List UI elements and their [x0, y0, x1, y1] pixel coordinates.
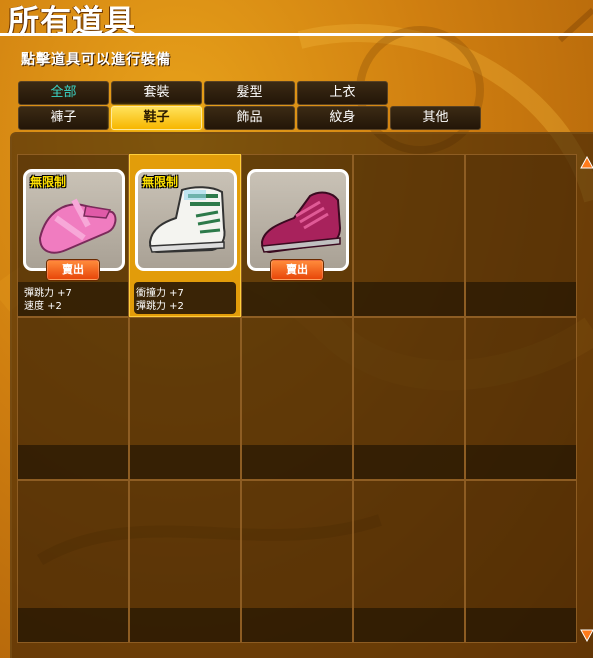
empty-slot[interactable] [129, 480, 241, 643]
unlimited-tag: 無限制 [30, 175, 67, 189]
item-stats-area [354, 445, 464, 479]
tab-tattoos[interactable]: 紋身 [297, 106, 388, 130]
empty-slot[interactable] [353, 317, 465, 480]
item-stats-area [466, 445, 576, 479]
item-stats-area [242, 445, 352, 479]
item-slot[interactable]: 無限制 賣出 彈跳力 +7 速度 +2 [17, 154, 129, 317]
item-stats: 衝撞力 +7 彈跳力 +2 [136, 287, 184, 313]
stat-line: 彈跳力 +7 [24, 288, 72, 299]
magenta-sneaker-icon [260, 191, 342, 254]
item-card[interactable]: 無限制 [135, 169, 237, 271]
empty-slot[interactable] [465, 154, 577, 317]
item-stats-area [242, 608, 352, 642]
item-stats-area [130, 445, 240, 479]
item-stats-area [242, 282, 352, 316]
empty-slot[interactable] [465, 317, 577, 480]
item-stats-area [466, 282, 576, 316]
item-slot-selected[interactable]: 無限制 衝撞力 +7 彈跳力 +2 [129, 154, 241, 317]
tab-pants[interactable]: 褲子 [18, 106, 109, 130]
empty-slot[interactable] [353, 480, 465, 643]
item-stats-area [354, 282, 464, 316]
scroll-down-arrow-icon[interactable] [580, 628, 593, 642]
empty-slot[interactable] [17, 317, 129, 480]
item-card[interactable]: 無限制 [23, 169, 125, 271]
tab-outfit-set[interactable]: 套裝 [111, 81, 202, 105]
tab-shoes[interactable]: 鞋子 [111, 106, 202, 130]
empty-slot[interactable] [241, 480, 353, 643]
empty-slot[interactable] [17, 480, 129, 643]
item-stats-area [130, 608, 240, 642]
tab-accessories[interactable]: 飾品 [204, 106, 295, 130]
sell-button[interactable]: 賣出 [271, 260, 323, 280]
item-stats: 彈跳力 +7 速度 +2 [24, 287, 72, 313]
tab-hairstyle[interactable]: 髮型 [204, 81, 295, 105]
item-slot[interactable]: 賣出 [241, 154, 353, 317]
tab-other[interactable]: 其他 [390, 106, 481, 130]
empty-slot[interactable] [129, 317, 241, 480]
title-divider [0, 33, 593, 36]
sell-button[interactable]: 賣出 [47, 260, 99, 280]
stat-line: 速度 +2 [24, 301, 62, 312]
stat-line: 衝撞力 +7 [136, 288, 184, 299]
page-subtitle: 點擊道具可以進行裝備 [21, 52, 171, 68]
title-bar: 所有道具 [0, 0, 593, 40]
empty-slot[interactable] [465, 480, 577, 643]
scroll-up-arrow-icon[interactable] [580, 156, 593, 170]
stat-line: 彈跳力 +2 [136, 301, 184, 312]
tab-tops[interactable]: 上衣 [297, 81, 388, 105]
item-stats-area [466, 608, 576, 642]
item-stats-area [18, 445, 128, 479]
unlimited-tag: 無限制 [142, 175, 179, 189]
empty-slot[interactable] [241, 317, 353, 480]
tab-all[interactable]: 全部 [18, 81, 109, 105]
empty-slot[interactable] [353, 154, 465, 317]
item-card[interactable] [247, 169, 349, 271]
item-stats-area [18, 608, 128, 642]
item-stats-area [354, 608, 464, 642]
